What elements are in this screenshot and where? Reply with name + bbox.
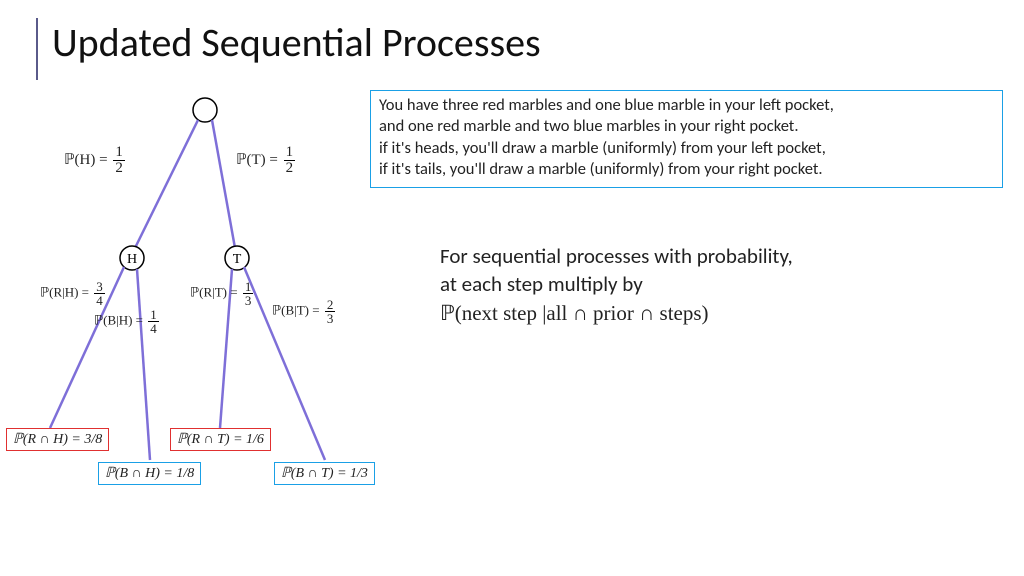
problem-line: and one red marble and two blue marbles … bbox=[379, 116, 994, 137]
leaf-B-and-H: ℙ(B ∩ H) = 1/8 bbox=[98, 462, 201, 485]
p-B-given-H: ℙ(B|H) = 14 bbox=[94, 308, 159, 335]
p-of-T: ℙ(T) = 12 bbox=[236, 145, 295, 176]
p-R-given-H: ℙ(R|H) = 34 bbox=[40, 280, 105, 307]
leaf-R-and-H: ℙ(R ∩ H) = 3/8 bbox=[6, 428, 109, 451]
rule-formula: ℙ(next step |all ∩ prior ∩ steps) bbox=[440, 299, 1000, 327]
p-of-H: ℙ(H) = 12 bbox=[64, 145, 125, 176]
svg-text:H: H bbox=[127, 252, 137, 267]
p-B-given-T: ℙ(B|T) = 23 bbox=[272, 298, 335, 325]
problem-line: if it's tails, you'll draw a marble (uni… bbox=[379, 159, 994, 180]
rule-line: For sequential processes with probabilit… bbox=[440, 242, 1000, 270]
p-R-given-T: ℙ(R|T) = 13 bbox=[190, 280, 253, 307]
problem-box: You have three red marbles and one blue … bbox=[370, 90, 1003, 188]
probability-tree: H T ℙ(H) = 12 ℙ(T) = 12 ℙ(R|H) = 34 ℙ(B|… bbox=[10, 90, 390, 530]
svg-text:T: T bbox=[233, 252, 242, 267]
leaf-R-and-T: ℙ(R ∩ T) = 1/6 bbox=[170, 428, 271, 451]
problem-line: You have three red marbles and one blue … bbox=[379, 95, 994, 116]
accent-bar bbox=[36, 18, 38, 80]
rule-line: at each step multiply by bbox=[440, 270, 1000, 298]
page-title: Updated Sequential Processes bbox=[52, 18, 541, 67]
rule-text: For sequential processes with probabilit… bbox=[440, 242, 1000, 327]
problem-line: if it's heads, you'll draw a marble (uni… bbox=[379, 138, 994, 159]
leaf-B-and-T: ℙ(B ∩ T) = 1/3 bbox=[274, 462, 375, 485]
